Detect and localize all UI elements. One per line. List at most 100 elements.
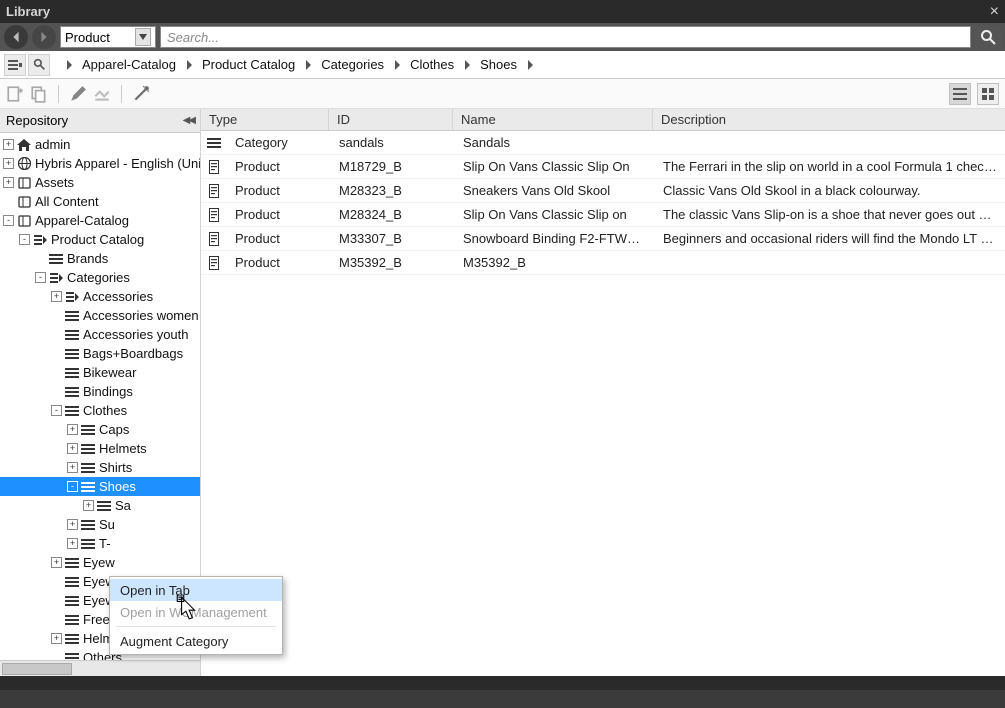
tree-spacer bbox=[35, 253, 46, 264]
breadcrumb-item[interactable]: Shoes bbox=[474, 57, 523, 72]
expand-icon[interactable]: + bbox=[51, 557, 62, 568]
expand-icon[interactable]: + bbox=[51, 291, 62, 302]
tree-node[interactable]: Bikewear bbox=[0, 363, 200, 382]
tree-node[interactable]: Accessories women bbox=[0, 306, 200, 325]
breadcrumb-item[interactable]: Clothes bbox=[404, 57, 460, 72]
breadcrumb: Apparel-Catalog Product Catalog Categori… bbox=[0, 51, 1005, 79]
repository-title: Repository bbox=[6, 113, 68, 128]
cell-description: Beginners and occasional riders will fin… bbox=[655, 231, 1005, 246]
tree-node[interactable]: +Eyew bbox=[0, 553, 200, 572]
tree-spacer bbox=[51, 576, 62, 587]
cell-type: Product bbox=[227, 159, 331, 174]
tree-node[interactable]: +Su bbox=[0, 515, 200, 534]
cell-name: M35392_B bbox=[455, 255, 655, 270]
search-button[interactable] bbox=[975, 26, 1001, 48]
tree-node[interactable]: -Shoes bbox=[0, 477, 200, 496]
wand-icon[interactable] bbox=[132, 85, 150, 103]
tag-icon bbox=[64, 290, 80, 304]
breadcrumb-item[interactable]: Categories bbox=[315, 57, 390, 72]
expand-icon[interactable]: + bbox=[83, 500, 94, 511]
tree-node[interactable]: +Shirts bbox=[0, 458, 200, 477]
expand-icon[interactable]: + bbox=[67, 519, 78, 530]
expand-icon[interactable]: + bbox=[3, 158, 14, 169]
breadcrumb-item[interactable]: Product Catalog bbox=[196, 57, 301, 72]
expand-icon[interactable]: + bbox=[67, 424, 78, 435]
tree-node[interactable]: -Product Catalog bbox=[0, 230, 200, 249]
column-id[interactable]: ID bbox=[329, 109, 453, 130]
expand-icon[interactable]: + bbox=[3, 177, 14, 188]
tree-node[interactable]: Accessories youth bbox=[0, 325, 200, 344]
menu-item[interactable]: Open in Tab bbox=[110, 579, 282, 601]
tree-node[interactable]: - Apparel-Catalog bbox=[0, 211, 200, 230]
list-view-button[interactable] bbox=[949, 83, 971, 105]
collapse-icon[interactable]: ◀◀ bbox=[183, 115, 194, 126]
lines-icon bbox=[80, 423, 96, 437]
table-row[interactable]: ProductM28323_BSneakers Vans Old SkoolCl… bbox=[201, 179, 1005, 203]
tree-node[interactable]: - Categories bbox=[0, 268, 200, 287]
tree-node[interactable]: +Assets bbox=[0, 173, 200, 192]
table-row[interactable]: ProductM33307_BSnowboard Binding F2-FTWO… bbox=[201, 227, 1005, 251]
column-name[interactable]: Name bbox=[453, 109, 653, 130]
collapse-icon[interactable]: - bbox=[3, 215, 14, 226]
tree-node[interactable]: +Accessories bbox=[0, 287, 200, 306]
tree-node[interactable]: +T- bbox=[0, 534, 200, 553]
copy-icon[interactable] bbox=[30, 85, 48, 103]
lines-icon bbox=[64, 366, 80, 380]
search-small-button[interactable] bbox=[28, 54, 50, 76]
collapse-icon[interactable]: - bbox=[19, 234, 30, 245]
tree-node[interactable]: Bags+Boardbags bbox=[0, 344, 200, 363]
tree-spacer bbox=[51, 652, 62, 660]
tree-node[interactable]: All Content bbox=[0, 192, 200, 211]
collapse-icon[interactable]: - bbox=[35, 272, 46, 283]
tree-node[interactable]: -Clothes bbox=[0, 401, 200, 420]
tree-node[interactable]: +Sa bbox=[0, 496, 200, 515]
menu-item[interactable]: Augment Category bbox=[110, 630, 282, 652]
chevron-right-icon bbox=[462, 60, 472, 70]
lines-icon bbox=[80, 518, 96, 532]
tree-node[interactable]: Brands bbox=[0, 249, 200, 268]
column-type[interactable]: Type bbox=[201, 109, 329, 130]
tree-node[interactable]: Bindings bbox=[0, 382, 200, 401]
expand-icon[interactable]: + bbox=[3, 139, 14, 150]
edit-icon[interactable] bbox=[69, 85, 87, 103]
tree-node-label: Apparel-Catalog bbox=[35, 213, 129, 228]
cell-description: Classic Vans Old Skool in a black colour… bbox=[655, 183, 1005, 198]
type-select[interactable]: Product bbox=[60, 26, 156, 48]
table-row[interactable]: ProductM28324_BSlip On Vans Classic Slip… bbox=[201, 203, 1005, 227]
table-row[interactable]: ProductM18729_BSlip On Vans Classic Slip… bbox=[201, 155, 1005, 179]
collapse-icon[interactable]: - bbox=[67, 481, 78, 492]
expand-icon[interactable]: + bbox=[67, 538, 78, 549]
sign-icon[interactable] bbox=[93, 85, 111, 103]
search-input[interactable]: Search... bbox=[160, 26, 971, 48]
lines-icon bbox=[80, 537, 96, 551]
toolbar bbox=[0, 79, 1005, 109]
separator bbox=[58, 85, 59, 103]
tree-node[interactable]: +Caps bbox=[0, 420, 200, 439]
new-icon[interactable] bbox=[6, 85, 24, 103]
column-description[interactable]: Description bbox=[653, 109, 1005, 130]
expand-icon[interactable]: + bbox=[51, 633, 62, 644]
forward-button[interactable] bbox=[32, 25, 56, 49]
tree-toggle-button[interactable] bbox=[4, 54, 26, 76]
tree-node-label: Bindings bbox=[83, 384, 133, 399]
expand-icon[interactable]: + bbox=[67, 462, 78, 473]
tree-node-label: Categories bbox=[67, 270, 130, 285]
grid-view-button[interactable] bbox=[977, 83, 999, 105]
table-row[interactable]: CategorysandalsSandals bbox=[201, 131, 1005, 155]
table-row[interactable]: ProductM35392_BM35392_B bbox=[201, 251, 1005, 275]
tree-node[interactable]: +admin bbox=[0, 135, 200, 154]
tree-node-label: Bags+Boardbags bbox=[83, 346, 183, 361]
content-area: Type ID Name Description Categorysandals… bbox=[201, 109, 1005, 676]
doc-icon bbox=[207, 232, 221, 246]
breadcrumb-item[interactable]: Apparel-Catalog bbox=[76, 57, 182, 72]
globe-icon bbox=[16, 157, 32, 171]
collapse-icon[interactable]: - bbox=[51, 405, 62, 416]
tree-node[interactable]: +Hybris Apparel - English (Uni bbox=[0, 154, 200, 173]
close-icon[interactable]: × bbox=[990, 3, 999, 21]
tree-node[interactable]: +Helmets bbox=[0, 439, 200, 458]
repository-header[interactable]: Repository ◀◀ bbox=[0, 109, 200, 133]
back-button[interactable] bbox=[4, 25, 28, 49]
expand-icon[interactable]: + bbox=[67, 443, 78, 454]
h-scrollbar[interactable] bbox=[0, 660, 200, 676]
cell-type: Product bbox=[227, 231, 331, 246]
